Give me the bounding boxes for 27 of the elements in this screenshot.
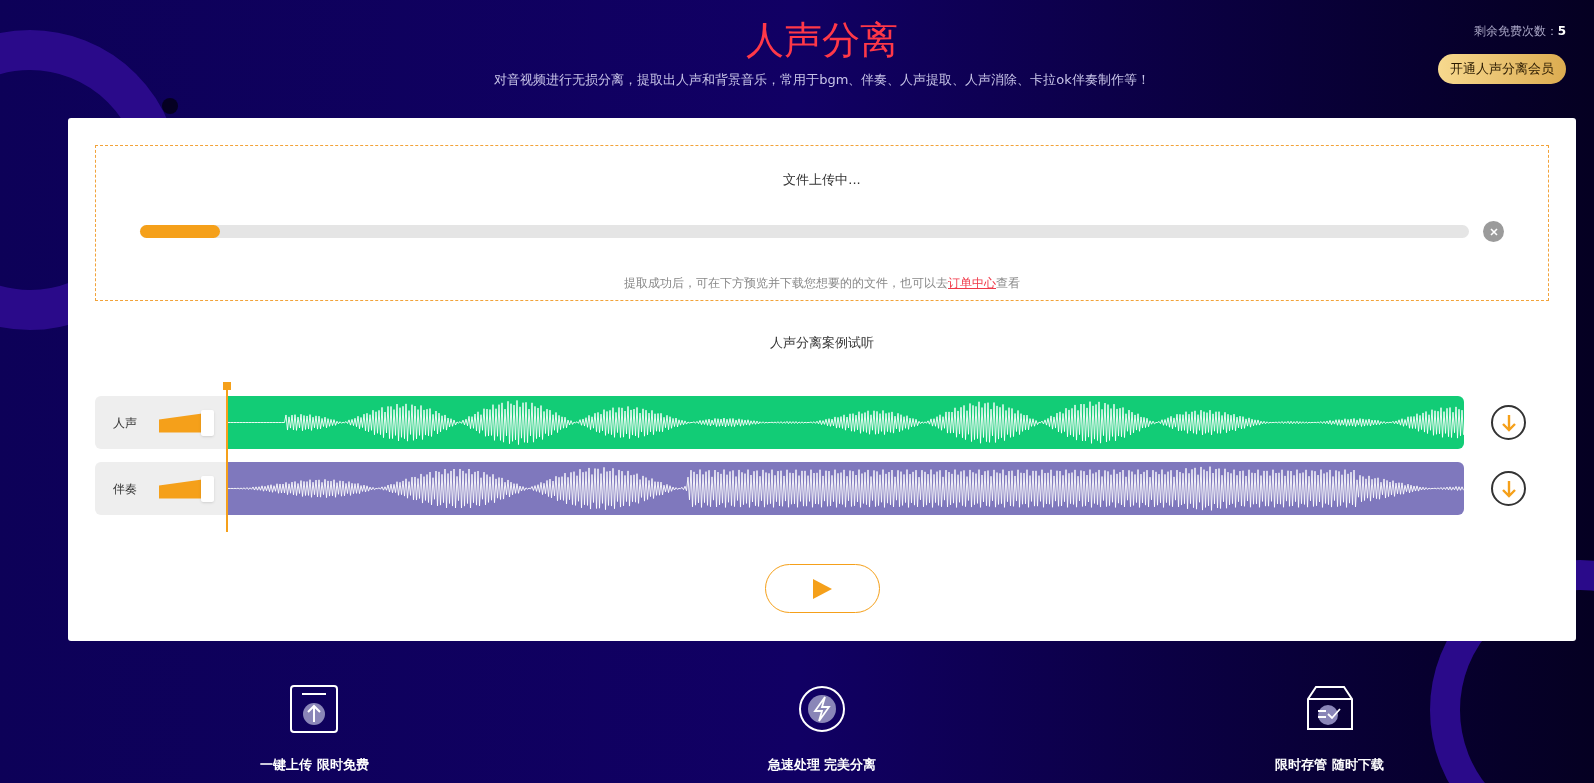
volume-thumb[interactable] bbox=[201, 409, 215, 436]
feature-label: 急速处理 完美分离 bbox=[767, 755, 877, 774]
remaining-count: 5 bbox=[1557, 23, 1566, 40]
upload-status: 文件上传中... bbox=[783, 170, 861, 189]
arrow-down-icon bbox=[1500, 413, 1517, 432]
arrow-down-icon bbox=[1500, 479, 1517, 498]
volume-slider[interactable] bbox=[159, 409, 215, 436]
order-center-link[interactable]: 订单中心 bbox=[948, 276, 996, 290]
demo-title: 人声分离案例试听 bbox=[769, 333, 875, 352]
lightning-icon bbox=[798, 684, 846, 733]
upload-icon bbox=[290, 684, 339, 733]
volume-thumb[interactable] bbox=[201, 475, 215, 502]
box-icon bbox=[1305, 684, 1354, 733]
close-icon[interactable] bbox=[1483, 221, 1504, 242]
remaining-label: 剩余免费次数： bbox=[1473, 23, 1558, 40]
track-name: 伴奏 bbox=[113, 480, 138, 498]
volume-slider[interactable] bbox=[159, 475, 215, 502]
page-subtitle: 对音视频进行无损分离，提取出人声和背景音乐，常用于bgm、伴奏、人声提取、人声消除、卡拉ok伴奏制作等！ bbox=[494, 71, 1150, 89]
feature-label: 限时存管 随时下载 bbox=[1275, 755, 1384, 774]
track-name: 人声 bbox=[113, 414, 138, 432]
membership-button[interactable]: 开通人声分离会员 bbox=[1438, 54, 1566, 84]
download-button[interactable] bbox=[1491, 405, 1526, 440]
download-button[interactable] bbox=[1491, 471, 1526, 506]
upload-hint: 提取成功后，可在下方预览并下载您想要的的文件，也可以去订单中心查看 bbox=[624, 275, 1020, 292]
feature-label: 一键上传 限时免费 bbox=[260, 755, 369, 774]
page-title: 人声分离 bbox=[746, 17, 898, 64]
play-icon bbox=[811, 577, 833, 600]
